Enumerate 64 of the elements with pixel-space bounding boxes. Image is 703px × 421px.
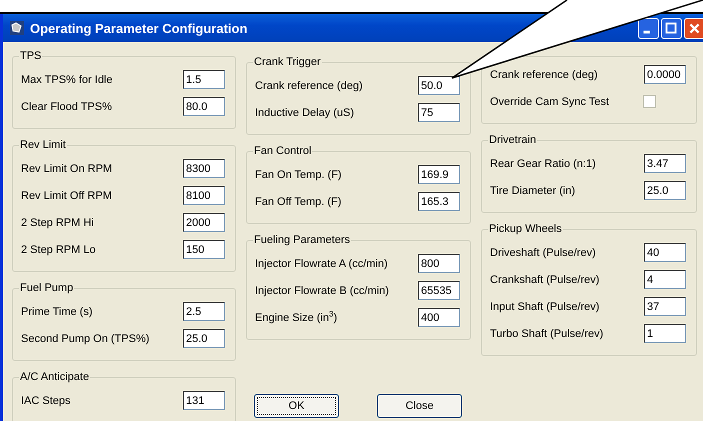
input-field[interactable]: 25.0 [644, 181, 686, 200]
field-label: Fan Off Temp. (F) [255, 196, 342, 208]
window-title: Operating Parameter Configuration [30, 20, 248, 36]
field-label: Crank reference (deg) [255, 80, 363, 92]
input-field[interactable]: 800 [418, 254, 460, 273]
input-field[interactable]: 165.3 [418, 192, 460, 211]
field-label: Crankshaft (Pulse/rev) [490, 274, 600, 286]
field-label: Override Cam Sync Test [490, 96, 610, 108]
group-title: Fueling Parameters [253, 234, 351, 246]
input-field[interactable]: 80.0 [183, 97, 225, 116]
input-field[interactable]: 75 [418, 103, 460, 122]
close-button[interactable] [684, 18, 703, 38]
field-label: Inductive Delay (uS) [255, 106, 354, 118]
input-field[interactable]: 25.0 [183, 329, 225, 348]
app-icon [9, 20, 25, 36]
field-label: Rev Limit Off RPM [21, 190, 112, 202]
field-label: Engine Size (in$^{3}$) [255, 312, 338, 324]
dialog-button[interactable]: Close [377, 394, 462, 418]
minimize-button[interactable] [638, 18, 659, 38]
field-label: IAC Steps [21, 394, 71, 406]
field-label: Max TPS% for Idle [21, 74, 112, 86]
field-label: Clear Flood TPS% [21, 100, 112, 112]
input-field[interactable]: 8100 [183, 186, 225, 205]
input-field[interactable]: 8300 [183, 159, 225, 178]
group-title: TPS [19, 50, 42, 62]
group-title: Crank Trigger [253, 56, 322, 68]
input-field[interactable]: 4 [644, 270, 686, 289]
input-field[interactable]: 65535 [418, 281, 460, 300]
field-label: Tire Diameter (in) [490, 184, 576, 196]
dialog-button[interactable]: OK [254, 394, 339, 418]
group-title: Rev Limit [19, 139, 67, 151]
input-field[interactable]: 40 [644, 243, 686, 262]
field-label: Rev Limit On RPM [21, 162, 112, 174]
input-field[interactable]: 0.0000 [644, 65, 686, 84]
field-label: 2 Step RPM Lo [21, 244, 96, 256]
field-label: Injector Flowrate B (cc/min) [255, 284, 389, 296]
group-title: Pickup Wheels [488, 223, 563, 235]
input-field[interactable]: 400 [418, 308, 460, 327]
input-field[interactable]: 37 [644, 297, 686, 316]
group-title: Fuel Pump [19, 282, 74, 294]
field-label: Driveshaft (Pulse/rev) [490, 246, 596, 258]
field-label: Input Shaft (Pulse/rev) [490, 300, 600, 312]
input-field[interactable]: 3.47 [644, 154, 686, 173]
checkbox[interactable] [643, 95, 656, 108]
input-field[interactable]: 1.5 [183, 70, 225, 89]
group-title: A/C Anticipate [19, 371, 90, 383]
group-title: Fan Control [253, 145, 312, 157]
input-field[interactable]: 2000 [183, 213, 225, 232]
group-title: Drivetrain [488, 134, 538, 146]
input-field[interactable]: 2.5 [183, 302, 225, 321]
field-label: Fan On Temp. (F) [255, 168, 342, 180]
field-label: 2 Step RPM Hi [21, 216, 94, 228]
field-label: Prime Time (s) [21, 306, 92, 318]
field-label: Injector Flowrate A (cc/min) [255, 258, 388, 270]
input-field[interactable]: 131 [183, 391, 225, 410]
input-field[interactable]: 1 [644, 324, 686, 343]
field-label: Turbo Shaft (Pulse/rev) [490, 328, 604, 340]
field-label: Rear Gear Ratio (n:1) [490, 158, 596, 170]
maximize-button[interactable] [661, 18, 682, 38]
input-field[interactable]: 169.9 [418, 165, 460, 184]
field-label: Crank reference (deg) [490, 68, 598, 80]
input-field[interactable]: 150 [183, 240, 225, 259]
field-label: Second Pump On (TPS%) [21, 332, 150, 344]
input-field[interactable]: 50.0 [418, 76, 460, 95]
